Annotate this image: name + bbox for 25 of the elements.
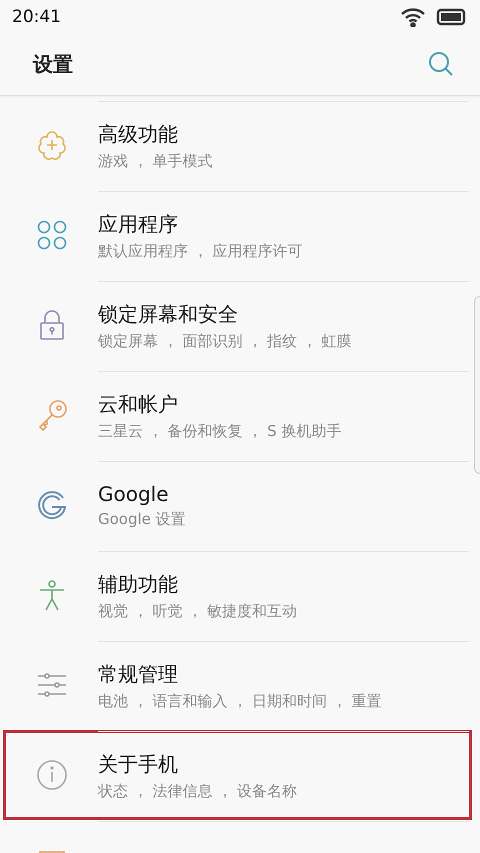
item-title[interactable]: 常规管理: [98, 660, 469, 688]
item-subtitle: Google 设置: [98, 510, 187, 529]
item-title[interactable]: 关于手机: [98, 750, 469, 778]
status-time: 20:41: [12, 6, 61, 26]
four-circles-icon: [35, 218, 69, 252]
item-title[interactable]: 高级功能: [98, 120, 469, 148]
info-icon: [35, 758, 69, 792]
item-subtitle: 电池 ， 语言和输入 ， 日期和时间 ， 重置: [98, 692, 383, 710]
wifi-icon: [400, 6, 426, 26]
item-title[interactable]: 辅助功能: [98, 570, 469, 598]
search-icon[interactable]: [428, 51, 454, 77]
page-title: 设置: [33, 50, 73, 78]
item-title[interactable]: 云和帐户: [98, 390, 469, 418]
item-title[interactable]: 锁定屏幕和安全: [98, 300, 469, 328]
item-subtitle: 锁定屏幕 ， 面部识别 ， 指纹 ， 虹膜: [98, 332, 353, 350]
item-subtitle: 三星云 ， 备份和恢复 ， S 换机助手: [98, 422, 342, 440]
item-title[interactable]: 应用程序: [98, 210, 469, 238]
item-subtitle: 视觉 ， 听觉 ， 敏捷度和互动: [98, 602, 298, 620]
item-title[interactable]: Google: [98, 482, 469, 506]
battery-icon: [436, 8, 466, 26]
item-subtitle: 状态 ， 法律信息 ， 设备名称: [98, 782, 298, 800]
flower-plus-icon: [35, 128, 69, 162]
item-subtitle: 游戏 ， 单手模式: [98, 152, 214, 170]
item-subtitle: 默认应用程序 ， 应用程序许可: [98, 242, 304, 260]
g-letter-icon: [35, 488, 69, 522]
